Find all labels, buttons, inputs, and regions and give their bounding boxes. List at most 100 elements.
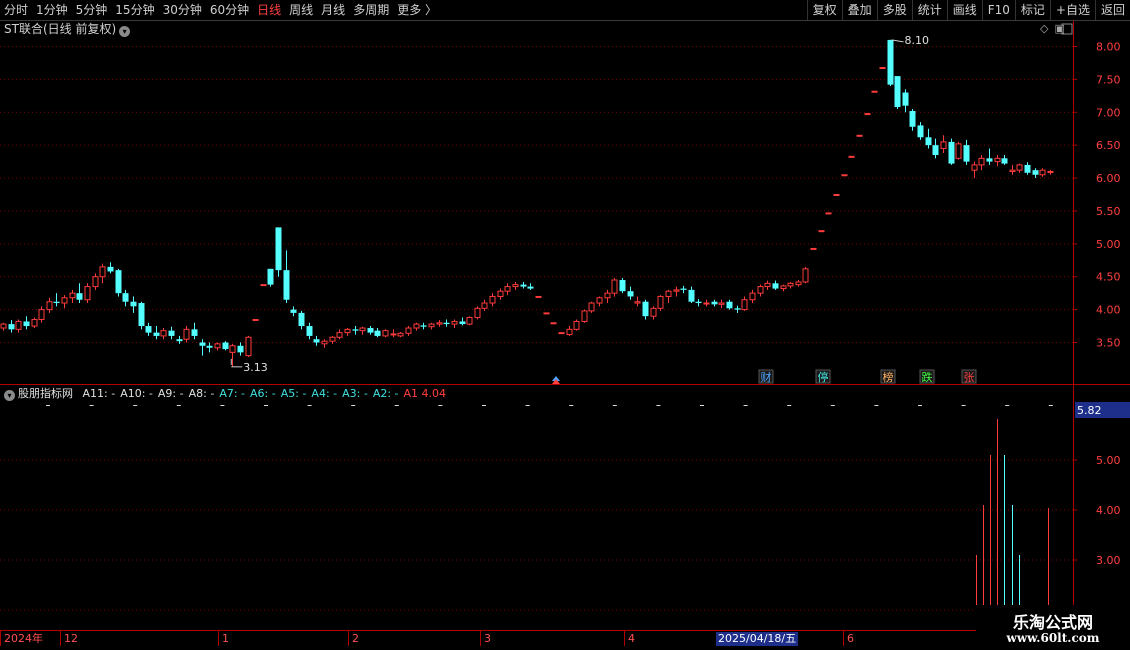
candle-body [329,336,336,342]
candle [329,335,336,344]
candle [665,289,672,304]
candle [191,322,198,340]
candle [994,155,1001,167]
candle-body [596,297,603,304]
candle-body [665,290,672,297]
candle-body [260,284,267,287]
candle [92,273,99,290]
candle-body [252,318,259,321]
candle-body [84,286,91,301]
candle [459,317,466,326]
candle-body [825,212,832,215]
candle [481,299,488,311]
indicator-field: A5: - [280,387,307,400]
candle-body [160,330,167,337]
candle-body [772,283,779,289]
candle [214,342,221,351]
candle-body [703,302,710,305]
candle-body [688,289,695,302]
candle-body [718,302,725,305]
y-tick-label: 5.00 [1096,238,1121,251]
indicator-field: A1 4.04 [403,387,447,400]
candle-body [573,320,580,330]
candle [298,310,305,330]
date-axis-label: 2 [352,632,359,645]
candle [283,250,290,304]
candle-body [917,125,924,138]
y-tick-label: 6.50 [1096,139,1121,152]
candle [642,299,649,320]
candle [650,306,657,320]
candle-body [436,322,443,325]
candle-body [741,299,748,311]
candle-body [69,292,76,299]
candle-body [757,286,764,294]
candle-body [99,266,106,278]
candle-body [168,330,175,336]
candle-body [176,339,183,342]
candle [260,284,267,287]
candle [535,295,542,298]
candle-body [909,110,916,127]
candle-body [818,230,825,233]
candle [1024,162,1031,175]
candle-body [734,308,741,310]
candle [711,299,718,307]
candle-body [130,301,137,307]
candle-body [802,268,809,283]
candle-body [382,330,389,337]
chart-canvas[interactable]: 3.50 4.00 4.50 5.00 5.50 6.00 6.50 7.00 7.50 8.00… [0,0,1130,650]
candle [963,139,970,165]
candle [76,283,83,304]
candle-body [245,336,252,357]
candle [780,284,787,292]
candle [741,296,748,311]
candle-body [535,295,542,298]
candle-body [138,303,145,327]
candle [0,322,7,331]
candle [787,281,794,289]
candle [436,320,443,327]
candle-body [206,345,213,348]
candle-body [290,309,297,313]
candle-body [191,329,198,336]
candle [23,316,30,330]
candle [352,326,359,335]
candle-body [321,340,328,345]
candle [887,39,894,86]
candle-body [581,310,588,322]
candle [657,295,664,311]
event-tag: 跌 [922,370,933,384]
candle-body [46,301,53,311]
candle [726,299,733,310]
candle-body [611,279,618,294]
candle [122,289,129,307]
candle-body [795,281,802,286]
candle [864,113,871,116]
candle [420,322,427,330]
candle [153,326,160,340]
chevron-down-icon[interactable]: ▾ [4,390,15,401]
candle [252,318,259,321]
window-icon-box [1061,23,1073,35]
indicator-field: A3: - [342,387,368,400]
event-tag: 榜 [883,370,894,384]
candle [619,278,626,294]
candle [932,138,939,159]
candle-body [940,141,947,149]
candle-body [726,301,733,309]
indicator-title[interactable]: ▾ 股朋指标网 A11: - A10: - A9: - A8: - A7: - A6: - A… [4,387,451,401]
candle [290,306,297,317]
candle-body [497,290,504,297]
y-tick-label: 4.50 [1096,271,1121,284]
candle [443,319,450,327]
candle [99,263,106,284]
candle-body [397,332,404,337]
candle-body [405,327,412,334]
candle-body [955,143,962,159]
candle [940,135,947,154]
candle [275,227,282,277]
candle-body [864,113,871,116]
candle [550,322,557,325]
candle-body [1047,170,1054,173]
